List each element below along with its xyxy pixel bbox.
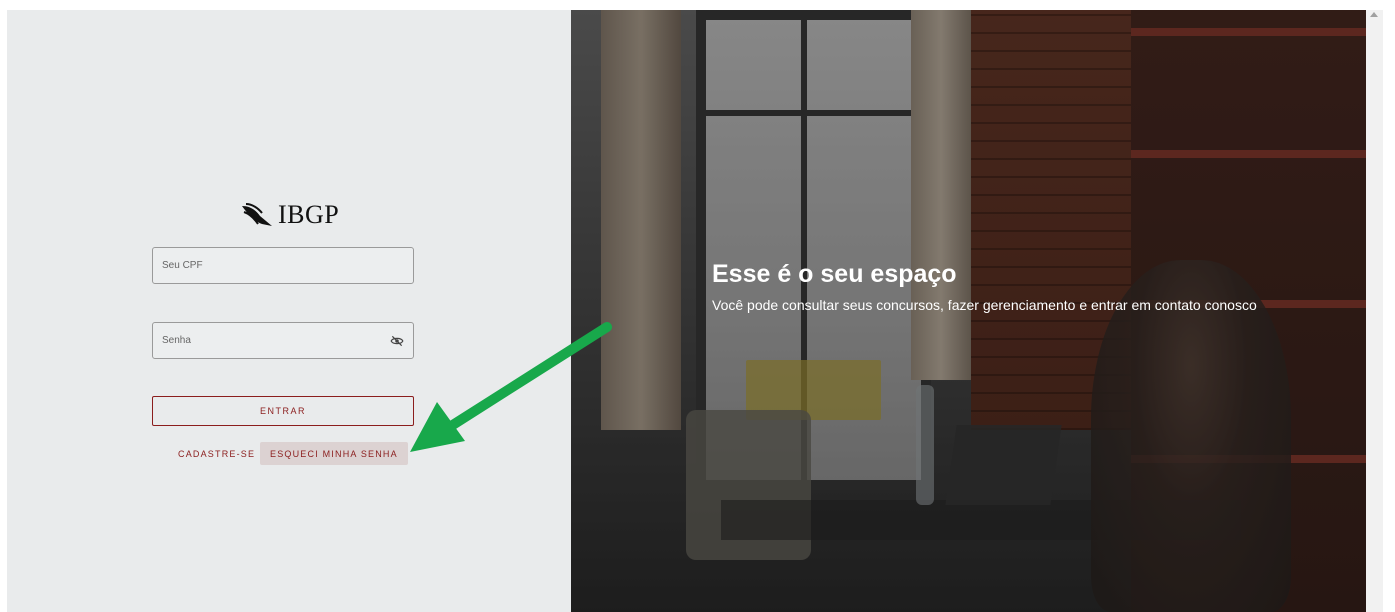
scrollbar[interactable] — [1366, 10, 1383, 612]
login-button[interactable]: ENTRAR — [152, 396, 414, 426]
eye-off-icon[interactable] — [390, 334, 404, 348]
register-button[interactable]: CADASTRE-SE — [168, 442, 265, 465]
hero-text: Esse é o seu espaço Você pode consultar … — [712, 260, 1272, 315]
login-page: IBGP ENTRAR CADASTRE-SE ESQUECI MINHA SE… — [7, 10, 1366, 612]
forgot-password-button[interactable]: ESQUECI MINHA SENHA — [260, 442, 408, 465]
hero-title: Esse é o seu espaço — [712, 260, 957, 288]
cpf-input[interactable] — [153, 248, 413, 283]
bird-wing-icon — [242, 203, 272, 226]
password-field[interactable] — [152, 322, 414, 359]
password-input[interactable] — [153, 323, 413, 358]
hero-panel: Esse é o seu espaço Você pode consultar … — [571, 10, 1366, 612]
logo-text: IBGP — [278, 200, 340, 229]
login-panel: IBGP ENTRAR CADASTRE-SE ESQUECI MINHA SE… — [7, 10, 571, 612]
cpf-field[interactable] — [152, 247, 414, 284]
scroll-up-icon[interactable] — [1370, 12, 1378, 17]
hero-subtitle: Você pode consultar seus concursos, faze… — [712, 297, 1257, 313]
logo: IBGP — [240, 200, 339, 230]
